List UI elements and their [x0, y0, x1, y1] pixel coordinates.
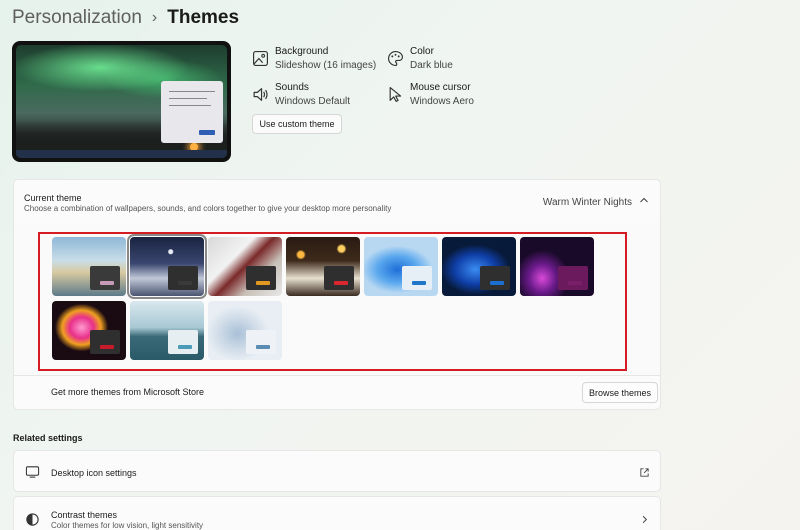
store-label: Get more themes from Microsoft Store	[51, 387, 205, 397]
current-theme-value: Warm Winter Nights	[542, 197, 632, 208]
current-theme-title: Current theme	[24, 193, 82, 203]
monitor-icon	[25, 466, 40, 478]
mouse-cursor-title: Mouse cursor	[410, 82, 471, 93]
sounds-title: Sounds	[275, 82, 309, 93]
chevron-up-icon[interactable]	[638, 194, 650, 206]
desktop-icon-settings-label: Desktop icon settings	[51, 468, 137, 478]
store-row: Get more themes from Microsoft Store Bro…	[13, 376, 661, 410]
color-value: Dark blue	[410, 60, 453, 71]
current-theme-description: Choose a combination of wallpapers, soun…	[24, 204, 392, 213]
contrast-themes-sub: Color themes for low vision, light sensi…	[51, 521, 204, 530]
external-link-icon	[640, 468, 649, 477]
theme-preview	[12, 41, 231, 162]
page-title: Themes	[167, 7, 240, 28]
background-value: Slideshow (16 images)	[275, 60, 377, 71]
current-theme-header[interactable]: Current theme Choose a combination of wa…	[13, 179, 661, 224]
mouse-cursor-property[interactable]: Mouse cursor Windows Aero	[386, 81, 474, 108]
related-settings-title: Related settings	[13, 433, 83, 443]
desktop-icon-settings-row[interactable]: Desktop icon settings	[13, 450, 661, 492]
breadcrumb-parent[interactable]: Personalization	[12, 7, 142, 29]
use-custom-theme-button[interactable]: Use custom theme	[252, 114, 342, 134]
speaker-icon	[251, 85, 269, 103]
sounds-property[interactable]: Sounds Windows Default	[251, 81, 350, 108]
palette-icon	[386, 49, 404, 67]
contrast-themes-row[interactable]: Contrast themes Color themes for low vis…	[13, 496, 661, 530]
preview-wallpaper	[16, 45, 227, 158]
preview-taskbar	[16, 150, 227, 158]
picture-icon	[251, 49, 269, 67]
browse-themes-button[interactable]: Browse themes	[582, 382, 658, 403]
mouse-cursor-value: Windows Aero	[410, 96, 474, 107]
background-property[interactable]: Background Slideshow (16 images)	[251, 45, 376, 72]
breadcrumb: Personalization › Themes	[12, 6, 239, 30]
chevron-right-icon	[642, 515, 648, 524]
color-property[interactable]: Color Dark blue	[386, 45, 453, 72]
background-title: Background	[275, 46, 329, 57]
contrast-themes-label: Contrast themes	[51, 510, 118, 520]
contrast-icon	[26, 513, 39, 526]
preview-window	[161, 81, 223, 143]
breadcrumb-separator: ›	[151, 9, 158, 26]
cursor-icon	[386, 85, 404, 103]
color-title: Color	[410, 46, 434, 57]
sounds-value: Windows Default	[275, 96, 351, 107]
highlight-box	[38, 232, 627, 371]
